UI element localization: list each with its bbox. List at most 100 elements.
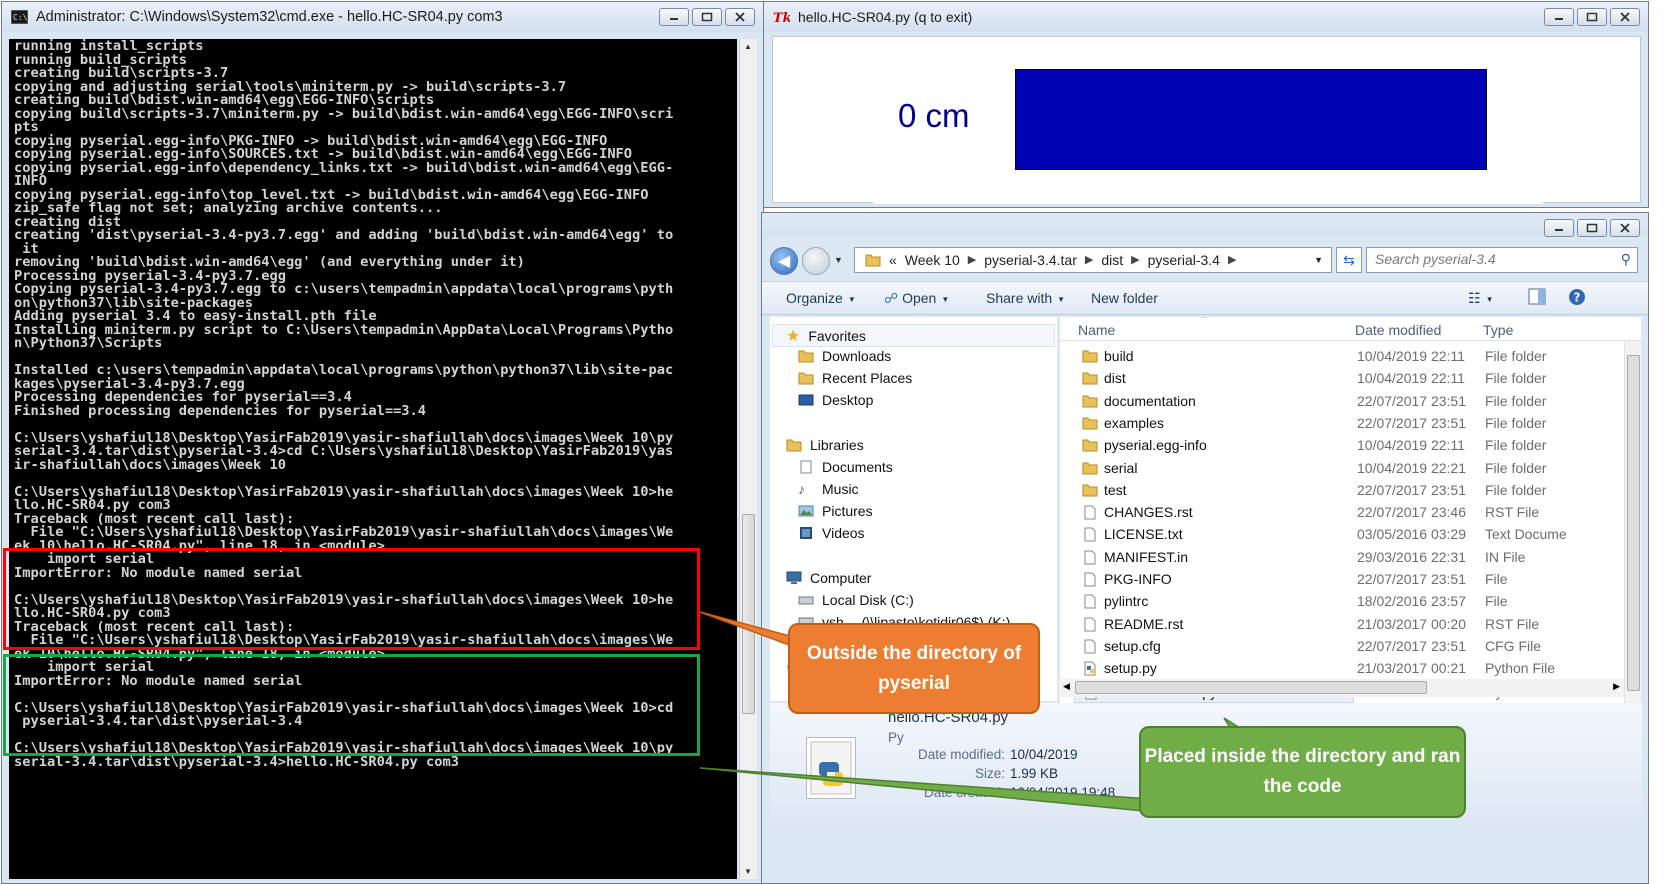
file-type: IN File bbox=[1485, 548, 1526, 565]
maximize-button[interactable] bbox=[1577, 8, 1607, 26]
file-row[interactable]: pyserial.egg-info 10/04/2019 22:11 File fo… bbox=[1060, 435, 1641, 457]
maximize-button[interactable] bbox=[692, 8, 722, 26]
new-folder-button[interactable]: New folder bbox=[1091, 290, 1158, 306]
file-row[interactable]: pylintrc 18/02/2016 23:57 File bbox=[1060, 591, 1641, 613]
breadcrumb-dist[interactable]: dist bbox=[1101, 248, 1123, 272]
nav-item-documents[interactable]: Documents bbox=[798, 459, 893, 475]
minimize-icon bbox=[1555, 18, 1563, 20]
share-with-button[interactable]: Share with ▼ bbox=[986, 290, 1065, 306]
file-row[interactable]: LICENSE.txt 03/05/2016 03:29 Text Docume bbox=[1060, 524, 1641, 546]
breadcrumb-separator-icon[interactable]: ▶ bbox=[968, 248, 976, 272]
libraries-icon bbox=[786, 439, 802, 452]
close-button[interactable] bbox=[1610, 8, 1640, 26]
file-row[interactable]: README.rst 21/03/2017 00:20 RST File bbox=[1060, 614, 1641, 636]
back-button[interactable]: ◀ bbox=[770, 247, 798, 275]
file-type: File folder bbox=[1485, 481, 1547, 498]
details-date-created: 10/04/2019 19:48 bbox=[1010, 785, 1116, 800]
column-type[interactable]: Type bbox=[1483, 322, 1513, 338]
close-icon bbox=[1620, 12, 1630, 22]
console-scroll-thumb[interactable] bbox=[742, 514, 755, 714]
horizontal-scroll-thumb[interactable] bbox=[1075, 681, 1427, 694]
preview-pane-button[interactable] bbox=[1528, 288, 1546, 308]
minimize-button[interactable] bbox=[1544, 219, 1574, 237]
scroll-down-icon[interactable]: ▼ bbox=[744, 867, 752, 876]
help-button[interactable]: ? bbox=[1568, 288, 1586, 309]
file-row[interactable]: setup.cfg 22/07/2017 23:51 CFG File bbox=[1060, 636, 1641, 658]
open-button[interactable]: ☍ Open ▼ bbox=[884, 290, 949, 307]
nav-item-computer[interactable]: Computer bbox=[786, 570, 871, 586]
nav-item-videos[interactable]: Videos bbox=[798, 525, 865, 541]
breadcrumb-separator-icon[interactable]: ▶ bbox=[1131, 248, 1139, 272]
cmd-titlebar[interactable]: C:\ Administrator: C:\Windows\System32\c… bbox=[2, 2, 763, 32]
file-list-header: Name ^ Date modified Type bbox=[1060, 317, 1641, 341]
address-bar[interactable]: « Week 10 ▶ pyserial-3.4.tar ▶ dist ▶ py… bbox=[854, 247, 1332, 273]
file-row[interactable]: documentation 22/07/2017 23:51 File folder bbox=[1060, 391, 1641, 413]
nav-item-favorites[interactable]: ★ Favorites bbox=[786, 326, 866, 346]
scroll-left-icon[interactable]: ◀ bbox=[1063, 681, 1070, 692]
close-button[interactable] bbox=[725, 8, 755, 26]
organize-button[interactable]: Organize ▼ bbox=[786, 290, 856, 306]
file-row[interactable]: PKG-INFO 22/07/2017 23:51 File bbox=[1060, 569, 1641, 591]
svg-text:?: ? bbox=[1574, 291, 1581, 305]
file-row[interactable]: serial 10/04/2019 22:21 File folder bbox=[1060, 458, 1641, 480]
minimize-button[interactable] bbox=[1544, 8, 1574, 26]
minimize-button[interactable] bbox=[659, 8, 689, 26]
scroll-up-icon[interactable]: ▲ bbox=[744, 42, 752, 51]
file-date: 22/07/2017 23:51 bbox=[1357, 637, 1466, 654]
address-dropdown-icon[interactable]: ▼ bbox=[1314, 248, 1323, 272]
file-row[interactable]: MANIFEST.in 29/03/2016 22:31 IN File bbox=[1060, 547, 1641, 569]
column-date-modified[interactable]: Date modified bbox=[1355, 322, 1441, 338]
column-name[interactable]: Name bbox=[1078, 322, 1115, 338]
file-row[interactable]: CHANGES.rst 22/07/2017 23:46 RST File bbox=[1060, 502, 1641, 524]
new-folder-label: New folder bbox=[1091, 290, 1158, 306]
nav-item-recent-places[interactable]: Recent Places bbox=[798, 370, 912, 386]
outside-directory-highlight-box bbox=[3, 548, 700, 650]
breadcrumb-overflow[interactable]: « bbox=[889, 248, 897, 272]
nav-label: Computer bbox=[810, 570, 872, 586]
nav-item-libraries[interactable]: Libraries bbox=[786, 437, 864, 453]
tk-feather-icon: Tk bbox=[773, 11, 790, 24]
close-button[interactable] bbox=[1610, 219, 1640, 237]
file-row[interactable]: setup.py 21/03/2017 00:21 Python File bbox=[1060, 658, 1641, 680]
details-date-modified-label: Date modified: bbox=[917, 747, 1005, 762]
tk-titlebar[interactable]: Tk hello.HC-SR04.py (q to exit) bbox=[764, 2, 1648, 32]
recent-pages-chevron-icon[interactable]: ▼ bbox=[834, 255, 843, 265]
search-input[interactable]: Search pyserial-3.4 ⚲ bbox=[1366, 247, 1638, 273]
breadcrumb-week10[interactable]: Week 10 bbox=[905, 248, 960, 272]
nav-label: Recent Places bbox=[822, 370, 913, 386]
console-line: creating 'dist\pyserial-3.4-py3.7.egg' a… bbox=[14, 227, 674, 243]
file-row[interactable]: test 22/07/2017 23:51 File folder bbox=[1060, 480, 1641, 502]
nav-item-pictures[interactable]: Pictures bbox=[798, 503, 873, 519]
close-icon bbox=[1620, 223, 1630, 233]
file-name: CHANGES.rst bbox=[1104, 504, 1193, 521]
explorer-titlebar[interactable] bbox=[762, 213, 1648, 237]
maximize-button[interactable] bbox=[1577, 219, 1607, 237]
breadcrumb-pyserial-tar[interactable]: pyserial-3.4.tar bbox=[984, 248, 1077, 272]
file-row[interactable]: dist 10/04/2019 22:11 File folder bbox=[1060, 368, 1641, 390]
nav-item-downloads[interactable]: Downloads bbox=[798, 348, 891, 364]
star-icon: ★ bbox=[786, 328, 801, 345]
file-list-scroll-thumb[interactable] bbox=[1627, 355, 1640, 691]
breadcrumb-separator-icon[interactable]: ▶ bbox=[1085, 248, 1093, 272]
file-row[interactable]: examples 22/07/2017 23:51 File folder bbox=[1060, 413, 1641, 435]
file-type: RST File bbox=[1485, 615, 1540, 632]
console-scrollbar[interactable]: ▲ ▼ bbox=[739, 39, 757, 879]
refresh-button[interactable]: ⇆ bbox=[1336, 247, 1362, 273]
breadcrumb-separator-icon[interactable]: ▶ bbox=[1228, 248, 1236, 272]
forward-button[interactable] bbox=[802, 247, 830, 275]
tk-window-controls bbox=[1544, 8, 1640, 26]
console-line: ir-shafiullah\docs\images\Week 10 bbox=[14, 456, 286, 473]
nav-label: Downloads bbox=[822, 348, 892, 364]
file-row[interactable]: build 10/04/2019 22:11 File folder bbox=[1060, 346, 1641, 368]
details-file-type: Py bbox=[888, 730, 904, 745]
nav-item-desktop[interactable]: Desktop bbox=[798, 392, 873, 408]
file-list-scrollbar[interactable] bbox=[1624, 341, 1641, 707]
view-options-button[interactable]: ☷ ▼ bbox=[1468, 290, 1493, 307]
horizontal-scrollbar[interactable]: ◀ ▶ bbox=[1059, 679, 1624, 697]
nav-item-music[interactable]: ♪ Music bbox=[798, 481, 859, 497]
folder-icon bbox=[1082, 417, 1098, 430]
breadcrumb-pyserial[interactable]: pyserial-3.4 bbox=[1148, 248, 1220, 272]
maximize-icon bbox=[701, 12, 713, 22]
scroll-right-icon[interactable]: ▶ bbox=[1613, 681, 1620, 692]
nav-item-local-disk[interactable]: Local Disk (C:) bbox=[798, 592, 914, 608]
